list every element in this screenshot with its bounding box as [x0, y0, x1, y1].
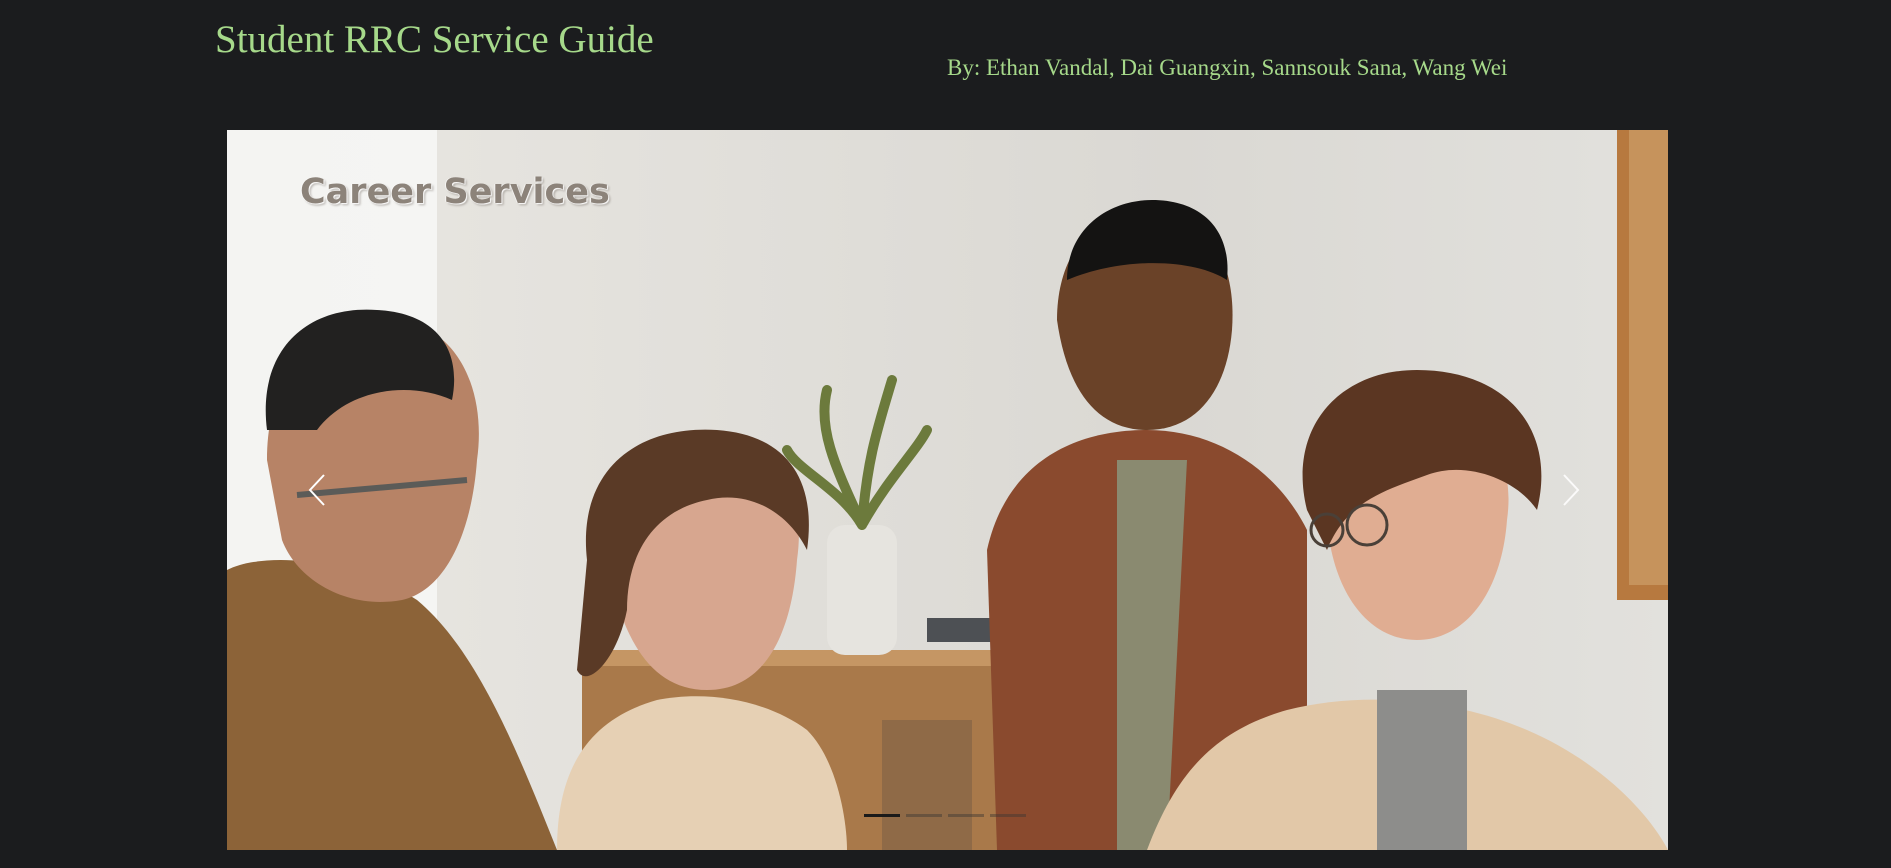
site-title: Student RRC Service Guide — [215, 18, 654, 61]
slide-photo — [227, 130, 1668, 850]
slide-caption: Career Services — [300, 172, 610, 212]
carousel-indicator-4[interactable] — [990, 814, 1026, 817]
carousel-indicator-1[interactable] — [864, 814, 900, 817]
chevron-left-icon — [308, 474, 325, 506]
carousel-indicator-3[interactable] — [948, 814, 984, 817]
chevron-right-icon — [1563, 474, 1580, 506]
authors-byline: By: Ethan Vandal, Dai Guangxin, Sannsouk… — [947, 55, 1508, 80]
carousel-next-button[interactable] — [1541, 460, 1601, 520]
carousel-indicators — [864, 814, 1026, 817]
image-carousel[interactable]: Career Services — [227, 130, 1668, 850]
carousel-prev-button[interactable] — [287, 460, 347, 520]
carousel-indicator-2[interactable] — [906, 814, 942, 817]
page: Student RRC Service Guide By: Ethan Vand… — [0, 0, 1891, 868]
